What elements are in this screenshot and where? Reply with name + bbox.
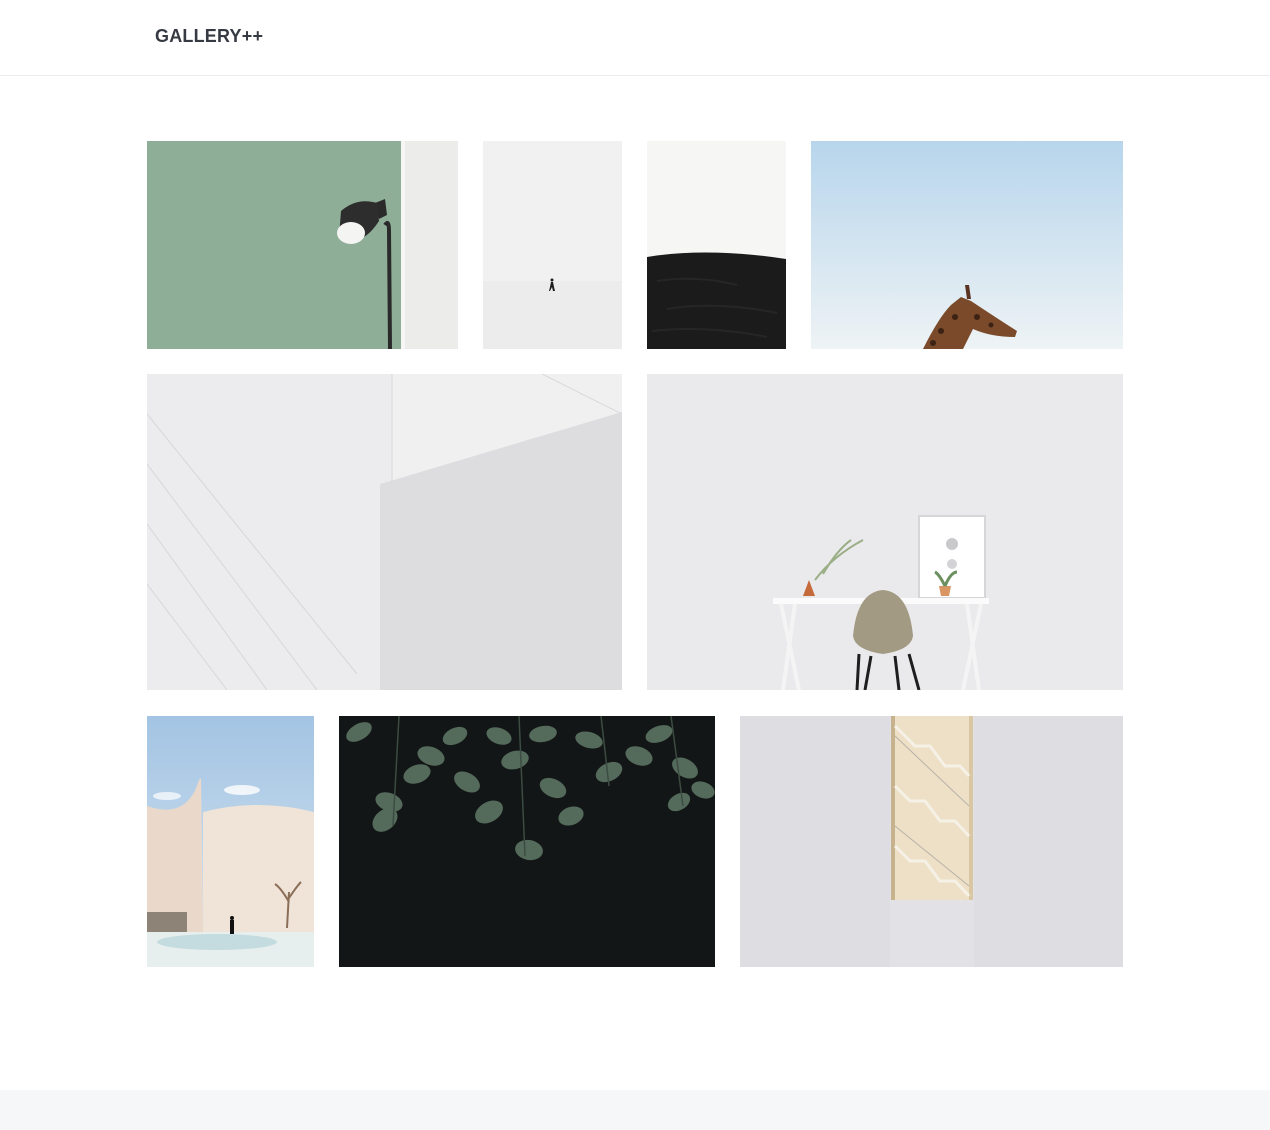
photo-floor-lamp[interactable] <box>147 141 458 349</box>
site-header: GALLERY++ <box>0 0 1270 76</box>
photo-snow-walker[interactable] <box>483 141 622 349</box>
photo-green-leaves[interactable] <box>339 716 715 967</box>
curved-wall-pool-image <box>147 716 314 967</box>
photo-black-dune[interactable] <box>647 141 786 349</box>
green-leaves-image <box>339 716 715 967</box>
photo-giraffe[interactable] <box>811 141 1123 349</box>
photo-white-architecture[interactable] <box>147 374 622 690</box>
black-dune-image <box>647 141 786 349</box>
white-architecture-image <box>147 374 622 690</box>
staircase-window-image <box>740 716 1123 967</box>
giraffe-image <box>811 141 1123 349</box>
brand-logo-link[interactable]: GALLERY++ <box>155 26 263 47</box>
photo-desk-chair[interactable] <box>647 374 1123 690</box>
desk-chair-image <box>647 374 1123 690</box>
snow-walker-image <box>483 141 622 349</box>
site-footer <box>0 1090 1270 1130</box>
photo-staircase-window[interactable] <box>740 716 1123 967</box>
floor-lamp-image <box>147 141 458 349</box>
photo-curved-wall-pool[interactable] <box>147 716 314 967</box>
